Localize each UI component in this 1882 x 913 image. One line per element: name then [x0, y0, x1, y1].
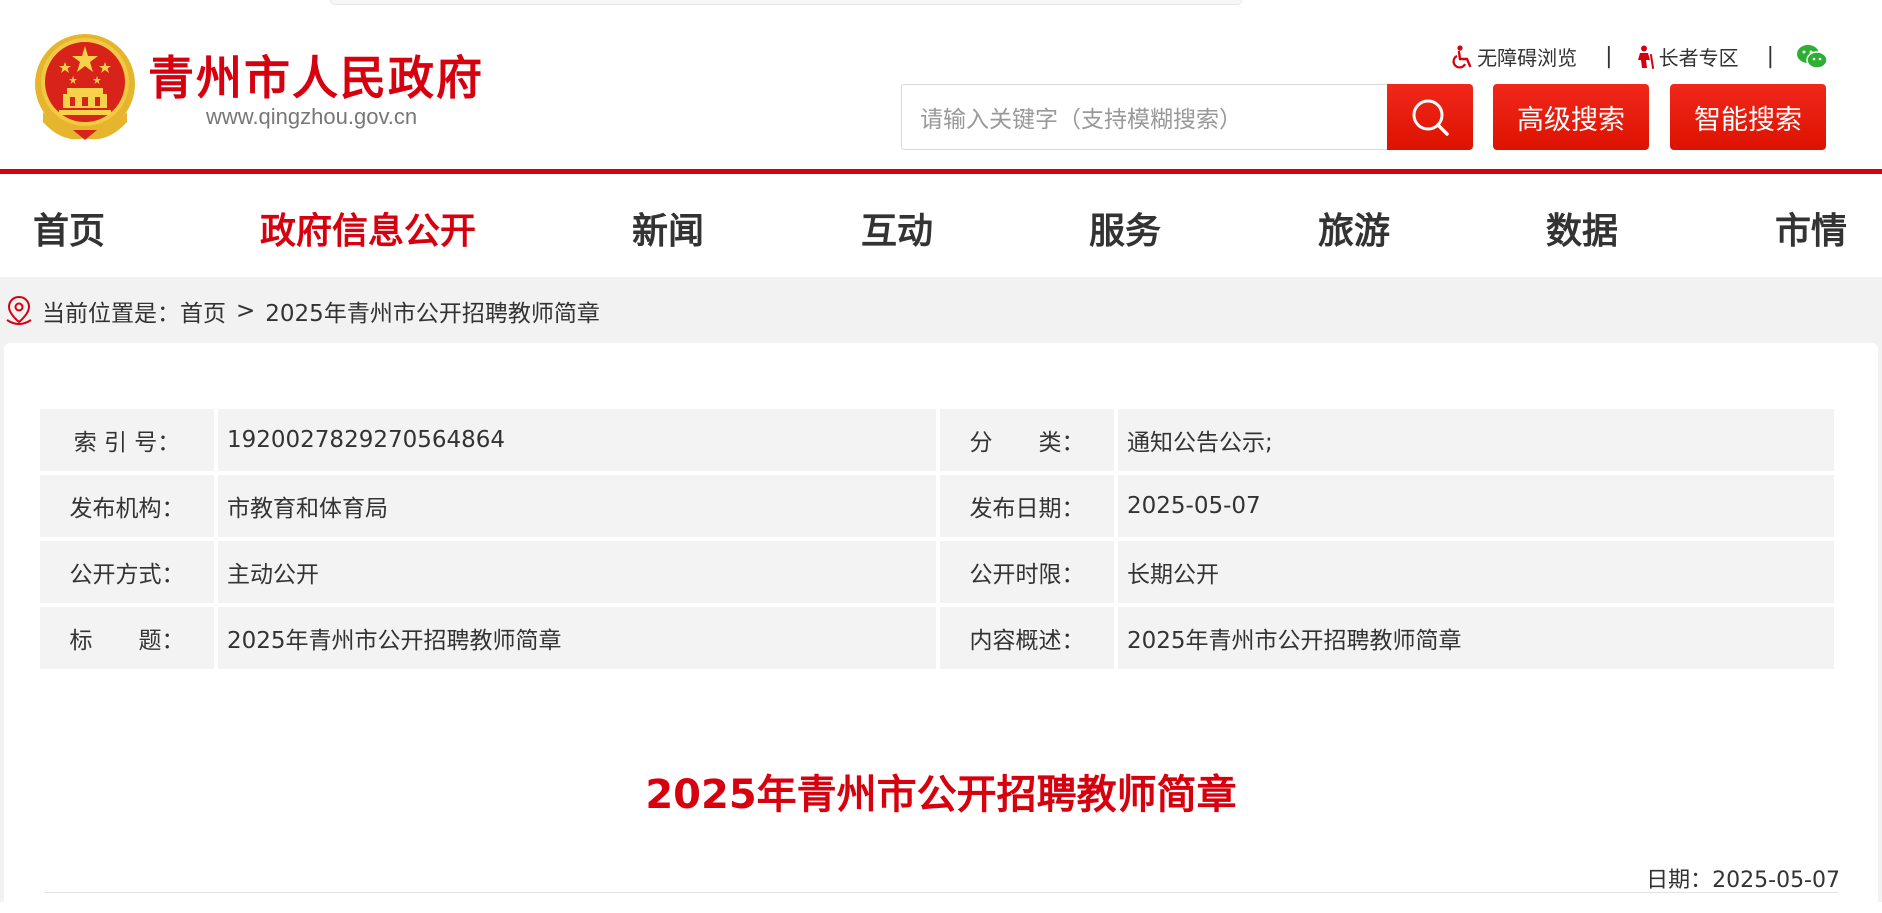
title-value: 2025年青州市公开招聘教师简章 — [218, 607, 936, 669]
elderly-zone-label: 长者专区 — [1658, 46, 1739, 70]
site-name[interactable]: 青州市人民政府 — [148, 42, 484, 108]
summary-value: 2025年青州市公开招聘教师简章 — [1118, 607, 1834, 669]
publish-date-label: 发布日期： — [940, 475, 1114, 537]
publisher-value: 市教育和体育局 — [218, 475, 936, 537]
publisher-label: 发布机构： — [40, 475, 214, 537]
accessibility-label: 无障碍浏览 — [1477, 46, 1578, 70]
breadcrumb-prefix: 当前位置是： — [42, 301, 180, 327]
location-pin-icon — [6, 295, 32, 325]
article-title: 2025年青州市公开招聘教师简章 — [645, 772, 1237, 818]
index-number-value: 1920027829270564864 — [218, 409, 936, 471]
utility-bar: 无障碍浏览 | 长者专区 | — [1451, 42, 1828, 71]
disclosure-method-value: 主动公开 — [218, 541, 936, 603]
wheelchair-icon — [1452, 44, 1472, 68]
category-label: 分 类： — [940, 409, 1114, 471]
summary-label: 内容概述： — [940, 607, 1114, 669]
elderly-person-icon — [1637, 45, 1654, 69]
disclosure-period-label: 公开时限： — [940, 541, 1114, 603]
breadcrumb-home[interactable]: 首页 — [180, 294, 226, 328]
publish-date-value: 2025-05-07 — [1118, 475, 1834, 537]
nav-item-interaction[interactable]: 互动 — [861, 202, 933, 254]
breadcrumb: 当前位置是： 首页 > 2025年青州市公开招聘教师简章 — [4, 294, 600, 328]
utility-separator: | — [1605, 44, 1613, 69]
breadcrumb-separator: > — [236, 298, 256, 324]
search-icon — [1412, 99, 1449, 136]
utility-separator: | — [1766, 44, 1774, 69]
article-date-label: 日期： — [1646, 868, 1713, 893]
metadata-row: 公开方式： 主动公开 公开时限： 长期公开 — [40, 541, 1834, 603]
nav-item-gov-info[interactable]: 政府信息公开 — [260, 202, 476, 254]
category-value: 通知公告公示; — [1118, 409, 1834, 471]
title-label: 标 题： — [40, 607, 214, 669]
wechat-icon[interactable] — [1796, 44, 1828, 70]
article-date-value: 2025-05-07 — [1712, 868, 1840, 893]
disclosure-method-label: 公开方式： — [40, 541, 214, 603]
smart-search-button[interactable]: 智能搜索 — [1670, 84, 1826, 150]
advanced-search-button[interactable]: 高级搜索 — [1493, 84, 1649, 150]
metadata-row: 标 题： 2025年青州市公开招聘教师简章 内容概述： 2025年青州市公开招聘… — [40, 607, 1834, 669]
main-nav: 首页 政府信息公开 新闻 互动 服务 旅游 数据 市情 — [0, 174, 1882, 276]
site-header: 青州市人民政府 www.qingzhou.gov.cn 无障碍浏览 | 长者专区… — [0, 0, 1882, 170]
elderly-zone-link[interactable]: 长者专区 — [1635, 42, 1739, 71]
nav-item-tourism[interactable]: 旅游 — [1318, 202, 1390, 254]
index-number-label: 索 引 号： — [40, 409, 214, 471]
accessibility-link[interactable]: 无障碍浏览 — [1451, 42, 1577, 71]
nav-item-city-info[interactable]: 市情 — [1775, 202, 1847, 254]
nav-item-data[interactable]: 数据 — [1546, 202, 1618, 254]
national-emblem-icon — [35, 34, 135, 140]
site-url: www.qingzhou.gov.cn — [206, 104, 418, 129]
metadata-table: 索 引 号： 1920027829270564864 分 类： 通知公告公示; … — [40, 409, 1834, 673]
nav-item-news[interactable]: 新闻 — [632, 202, 704, 254]
nav-item-home[interactable]: 首页 — [33, 202, 105, 254]
article-divider — [44, 892, 1838, 893]
search-input[interactable]: 请输入关键字（支持模糊搜索） — [901, 84, 1387, 150]
metadata-row: 索 引 号： 1920027829270564864 分 类： 通知公告公示; — [40, 409, 1834, 471]
article-date: 日期：2025-05-07 — [1646, 862, 1840, 894]
search-button[interactable] — [1387, 84, 1473, 150]
breadcrumb-current[interactable]: 2025年青州市公开招聘教师简章 — [265, 294, 600, 328]
disclosure-period-value: 长期公开 — [1118, 541, 1834, 603]
nav-item-services[interactable]: 服务 — [1089, 202, 1161, 254]
metadata-row: 发布机构： 市教育和体育局 发布日期： 2025-05-07 — [40, 475, 1834, 537]
